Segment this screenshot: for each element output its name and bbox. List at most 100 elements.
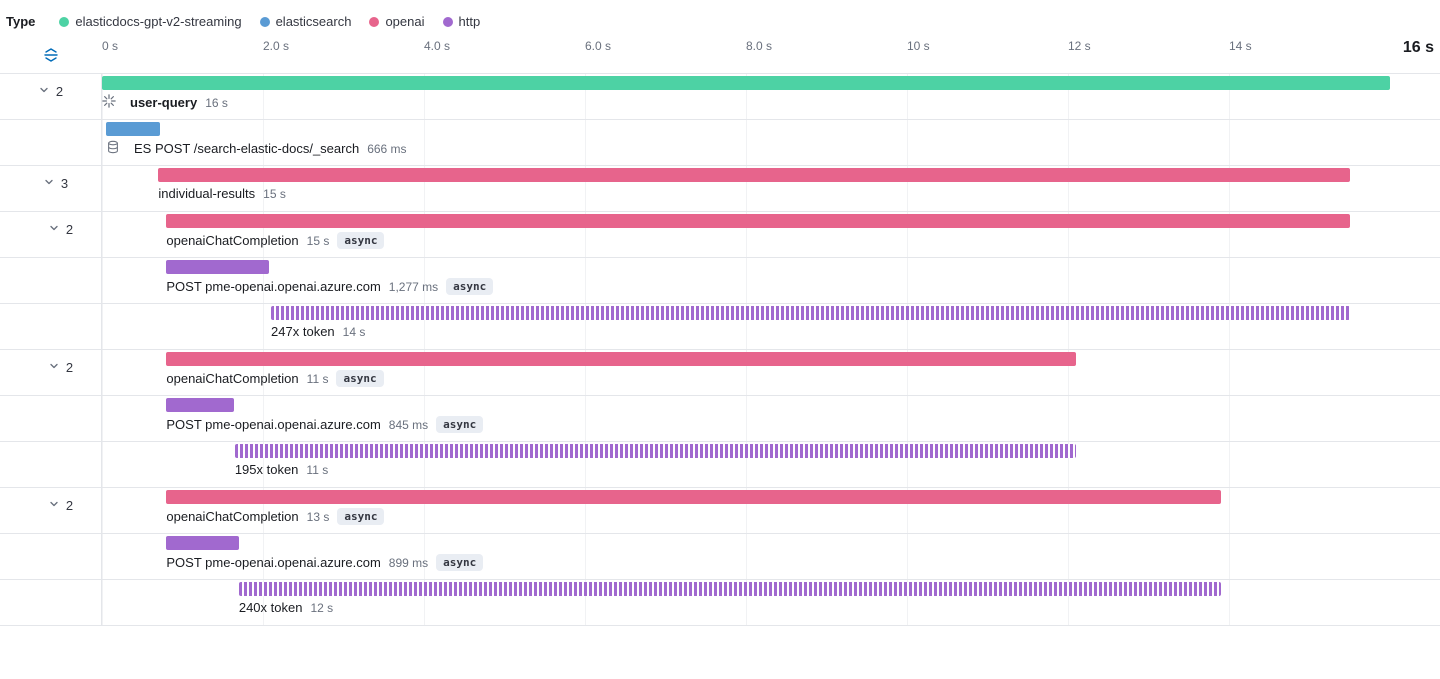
span-label-line: POST pme-openai.openai.azure.com845 msas… bbox=[166, 416, 483, 433]
span-label-line: 247x token 14 s bbox=[271, 324, 365, 339]
span-bar[interactable] bbox=[158, 168, 1349, 182]
row-gutter: 2 bbox=[0, 488, 102, 533]
span-name: 195x token bbox=[235, 462, 299, 477]
collapse-all-icon[interactable] bbox=[43, 47, 59, 66]
span-duration: 845 ms bbox=[389, 418, 428, 432]
span-row[interactable]: 2openaiChatCompletion13 sasync bbox=[0, 488, 1440, 534]
legend-text: openai bbox=[385, 14, 424, 29]
legend-text: http bbox=[459, 14, 481, 29]
span-label-line: POST pme-openai.openai.azure.com899 msas… bbox=[166, 554, 483, 571]
span-bar[interactable] bbox=[166, 214, 1349, 228]
span-name: openaiChatCompletion bbox=[166, 509, 298, 524]
span-label-line: POST pme-openai.openai.azure.com1,277 ms… bbox=[166, 278, 493, 295]
chart-area: 0 s2.0 s4.0 s6.0 s8.0 s10 s12 s14 s 16 s… bbox=[0, 39, 1440, 626]
async-tag: async bbox=[337, 232, 384, 249]
chevron-down-icon[interactable] bbox=[48, 360, 60, 375]
span-row[interactable]: ES POST /search-elastic-docs/_search 666 … bbox=[0, 120, 1440, 166]
legend-text: elasticsearch bbox=[276, 14, 352, 29]
span-name: 247x token bbox=[271, 324, 335, 339]
span-label-line: openaiChatCompletion11 sasync bbox=[166, 370, 383, 387]
legend-item[interactable]: elasticdocs-gpt-v2-streaming bbox=[59, 14, 241, 29]
span-label-line: 195x token 11 s bbox=[235, 462, 328, 477]
timeline-tick: 0 s bbox=[102, 39, 118, 73]
span-row[interactable]: 2user-query16 s bbox=[0, 74, 1440, 120]
span-name: ES POST /search-elastic-docs/_search bbox=[134, 141, 359, 156]
span-name: POST pme-openai.openai.azure.com bbox=[166, 279, 380, 294]
sparkle-icon bbox=[102, 94, 116, 111]
timeline-tick: 14 s bbox=[1229, 39, 1252, 73]
row-gutter: 3 bbox=[0, 166, 102, 211]
row-track: POST pme-openai.openai.azure.com845 msas… bbox=[102, 396, 1390, 441]
span-duration: 16 s bbox=[205, 96, 228, 110]
span-bar[interactable] bbox=[271, 306, 1350, 320]
legend-label: Type bbox=[6, 14, 35, 29]
span-row[interactable]: 2openaiChatCompletion15 sasync bbox=[0, 212, 1440, 258]
span-bar[interactable] bbox=[166, 398, 234, 412]
span-row[interactable]: POST pme-openai.openai.azure.com1,277 ms… bbox=[0, 258, 1440, 304]
span-duration: 15 s bbox=[307, 234, 330, 248]
span-name: openaiChatCompletion bbox=[166, 371, 298, 386]
span-row[interactable]: 240x token12 s bbox=[0, 580, 1440, 626]
legend-text: elasticdocs-gpt-v2-streaming bbox=[75, 14, 241, 29]
span-row[interactable]: 3individual-results15 s bbox=[0, 166, 1440, 212]
span-bar[interactable] bbox=[235, 444, 1076, 458]
row-gutter bbox=[0, 534, 102, 579]
legend-item[interactable]: http bbox=[443, 14, 481, 29]
row-gutter bbox=[0, 120, 102, 165]
waterfall-rows: 2user-query16 sES POST /search-elastic-d… bbox=[0, 73, 1440, 626]
async-tag: async bbox=[436, 554, 483, 571]
row-track: individual-results15 s bbox=[102, 166, 1390, 211]
row-track: openaiChatCompletion11 sasync bbox=[102, 350, 1390, 395]
row-track: openaiChatCompletion13 sasync bbox=[102, 488, 1390, 533]
span-bar[interactable] bbox=[102, 76, 1390, 90]
span-duration: 14 s bbox=[343, 325, 366, 339]
legend-item[interactable]: openai bbox=[369, 14, 424, 29]
chevron-down-icon[interactable] bbox=[48, 222, 60, 237]
chevron-down-icon[interactable] bbox=[43, 176, 55, 191]
legend-item[interactable]: elasticsearch bbox=[260, 14, 352, 29]
child-count: 2 bbox=[66, 222, 73, 237]
span-row[interactable]: POST pme-openai.openai.azure.com845 msas… bbox=[0, 396, 1440, 442]
span-bar[interactable] bbox=[166, 490, 1221, 504]
span-bar[interactable] bbox=[166, 352, 1076, 366]
span-row[interactable]: 247x token 14 s bbox=[0, 304, 1440, 350]
span-label-line: ES POST /search-elastic-docs/_search 666 … bbox=[106, 140, 407, 157]
async-tag: async bbox=[436, 416, 483, 433]
row-track: user-query16 s bbox=[102, 74, 1390, 119]
span-bar[interactable] bbox=[239, 582, 1221, 596]
span-duration: 11 s bbox=[306, 463, 328, 477]
span-bar[interactable] bbox=[106, 122, 160, 136]
span-label-line: openaiChatCompletion13 sasync bbox=[166, 508, 384, 525]
child-count: 2 bbox=[66, 360, 73, 375]
span-row[interactable]: POST pme-openai.openai.azure.com899 msas… bbox=[0, 534, 1440, 580]
span-label-line: user-query16 s bbox=[102, 94, 228, 111]
span-row[interactable]: 2openaiChatCompletion11 sasync bbox=[0, 350, 1440, 396]
legend-swatch bbox=[260, 17, 270, 27]
chevron-down-icon[interactable] bbox=[38, 84, 50, 99]
span-duration: 13 s bbox=[307, 510, 330, 524]
row-gutter: 2 bbox=[0, 74, 102, 119]
span-label-line: openaiChatCompletion15 sasync bbox=[166, 232, 384, 249]
timeline-tick: 10 s bbox=[907, 39, 930, 73]
span-label-line: 240x token12 s bbox=[239, 600, 333, 615]
row-track: POST pme-openai.openai.azure.com1,277 ms… bbox=[102, 258, 1390, 303]
span-duration: 666 ms bbox=[367, 142, 406, 156]
row-track: ES POST /search-elastic-docs/_search 666 … bbox=[102, 120, 1390, 165]
row-gutter bbox=[0, 304, 102, 349]
span-bar[interactable] bbox=[166, 536, 238, 550]
row-gutter bbox=[0, 580, 102, 625]
timeline-tick: 4.0 s bbox=[424, 39, 450, 73]
span-duration: 899 ms bbox=[389, 556, 428, 570]
span-bar[interactable] bbox=[166, 260, 269, 274]
span-row[interactable]: 195x token 11 s bbox=[0, 442, 1440, 488]
chevron-down-icon[interactable] bbox=[48, 498, 60, 513]
span-name: 240x token bbox=[239, 600, 303, 615]
async-tag: async bbox=[446, 278, 493, 295]
timeline-header: 0 s2.0 s4.0 s6.0 s8.0 s10 s12 s14 s 16 s bbox=[0, 39, 1440, 73]
span-duration: 11 s bbox=[307, 372, 329, 386]
collapse-all-gutter bbox=[0, 47, 102, 66]
child-count: 2 bbox=[66, 498, 73, 513]
row-track: 240x token12 s bbox=[102, 580, 1390, 625]
legend-swatch bbox=[369, 17, 379, 27]
timeline-tick: 8.0 s bbox=[746, 39, 772, 73]
